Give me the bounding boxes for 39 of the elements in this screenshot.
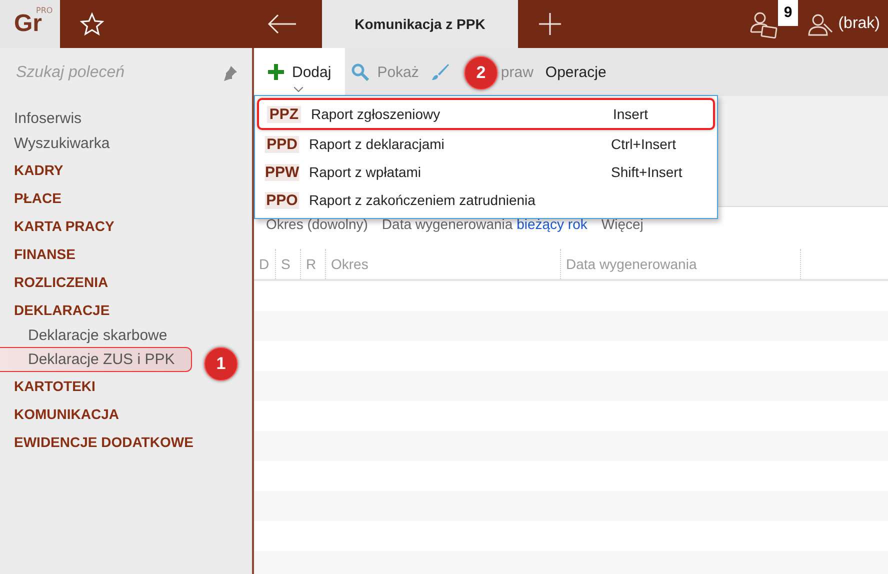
menu-item[interactable]: PPD Raport z deklaracjami Ctrl+Insert	[257, 130, 715, 158]
sidebar-category[interactable]: DEKLARACJE	[0, 296, 252, 324]
sidebar-item[interactable]: Deklaracje skarbowe	[0, 324, 192, 347]
toolbar-button[interactable]: Dodaj	[254, 48, 346, 96]
logo-superscript-text: PRO	[36, 6, 53, 15]
worker-icon[interactable]	[808, 12, 834, 36]
tab[interactable]: Komunikacja z PPK	[322, 0, 518, 48]
sidebar-category[interactable]: EWIDENCJE DODATKOWE	[0, 428, 252, 456]
star-icon[interactable]	[80, 12, 104, 36]
report-code-icon: PPW	[265, 164, 299, 180]
shortcut-text: Ctrl+Insert	[611, 136, 676, 152]
menu-item[interactable]: PPO Raport z zakończeniem zatrudnienia	[257, 186, 715, 214]
new-tab-icon[interactable]	[539, 13, 561, 35]
shortcut-text: Insert	[613, 106, 648, 122]
sidebar-category[interactable]: PŁACE	[0, 184, 252, 212]
sidebar-item[interactable]: Deklaracje ZUS i PPK	[0, 347, 192, 372]
user-name[interactable]: (brak)	[838, 15, 880, 33]
sidebar-link[interactable]: Infoserwis	[0, 106, 252, 131]
plus-icon	[268, 64, 284, 80]
user-card-icon[interactable]	[750, 10, 778, 40]
sidebar-category[interactable]: KOMUNIKACJA	[0, 400, 252, 428]
notification-count: 9	[778, 0, 798, 26]
search-icon	[351, 63, 370, 81]
shortcut-text: Shift+Insert	[611, 164, 682, 180]
brush-icon	[430, 63, 449, 81]
back-arrow-icon[interactable]	[267, 14, 297, 34]
sidebar-category[interactable]: FINANSE	[0, 240, 252, 268]
toolbar-button[interactable]: Operacje	[539, 48, 612, 96]
sidebar-category[interactable]: KARTA PRACY	[0, 212, 252, 240]
sidebar-link[interactable]: Wyszukiwarka	[0, 131, 252, 156]
sidebar-category[interactable]: ROZLICZENIA	[0, 268, 252, 296]
report-code-icon: PPO	[265, 192, 299, 208]
sidebar-category[interactable]: KADRY	[0, 156, 252, 184]
menu-item[interactable]: PPZ Raport zgłoszeniowy Insert	[257, 98, 715, 130]
report-code-icon: PPZ	[267, 106, 301, 122]
report-code-icon: PPD	[265, 136, 299, 152]
menu-item[interactable]: PPW Raport z wpłatami Shift+Insert	[257, 158, 715, 186]
search-field[interactable]: Szukaj poleceń	[14, 63, 218, 83]
caret-icon	[294, 87, 303, 92]
